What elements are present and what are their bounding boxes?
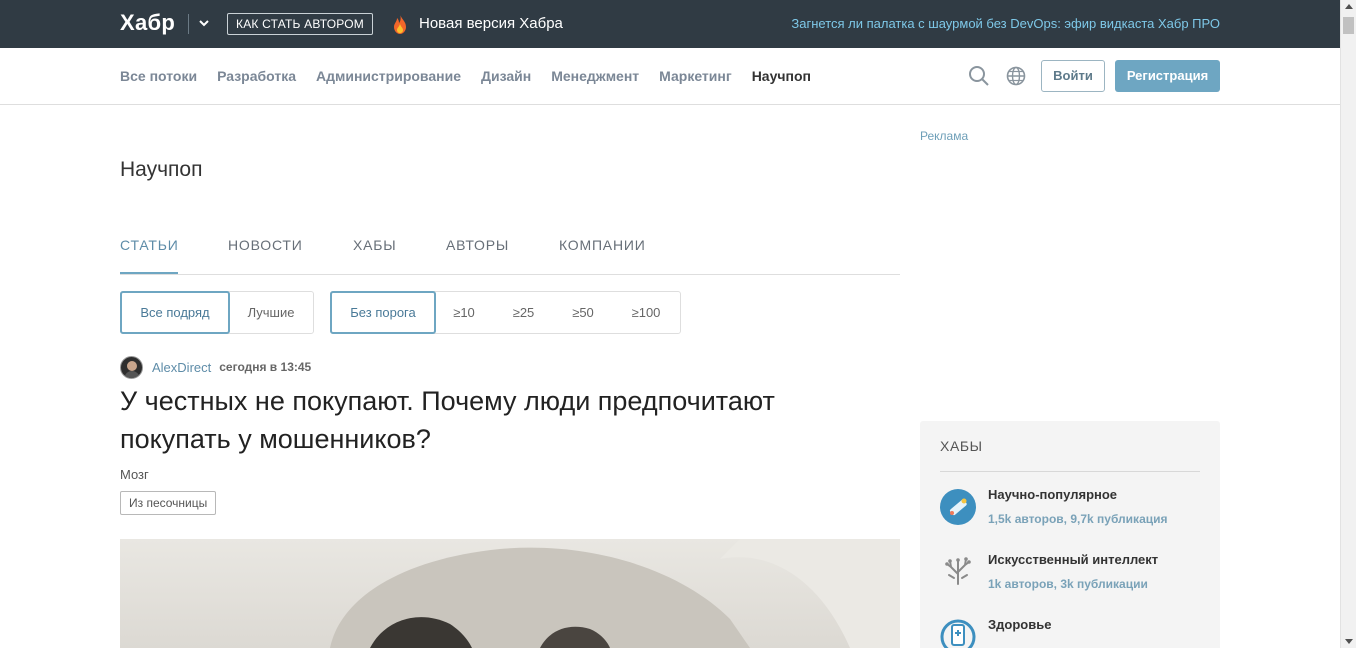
- hub-item[interactable]: Научно-популярное 1,5k авторов, 9,7k пуб…: [940, 487, 1200, 537]
- hub-name[interactable]: Здоровье: [988, 617, 1051, 632]
- avatar-face: [127, 360, 137, 371]
- sort-filter-group: Все подряд Лучшие: [120, 291, 314, 334]
- tab-articles[interactable]: СТАТЬИ: [120, 237, 179, 253]
- hub-item[interactable]: Искусственный интеллект 1k авторов, 3k п…: [940, 552, 1200, 602]
- avatar[interactable]: [120, 355, 143, 379]
- post-hub-link[interactable]: Мозг: [120, 467, 149, 482]
- how-to-become-author-button[interactable]: КАК СТАТЬ АВТОРОМ: [227, 13, 373, 35]
- nav-item-marketing[interactable]: Маркетинг: [659, 68, 732, 84]
- nav-item-all-flows[interactable]: Все потоки: [120, 68, 197, 84]
- habr-logo[interactable]: Хабр: [120, 10, 175, 36]
- post-cover-image[interactable]: [120, 539, 900, 648]
- hub-stats: 1,5k авторов, 9,7k публикация: [988, 512, 1168, 526]
- nav-item-administration[interactable]: Администрирование: [316, 68, 461, 84]
- hubs-panel: ХАБЫ Научно-популярное 1,5k авторов, 9,7…: [920, 421, 1220, 648]
- author-link[interactable]: AlexDirect: [152, 360, 211, 375]
- hub-item[interactable]: Здоровье: [940, 617, 1200, 648]
- hubs-title: ХАБЫ: [940, 438, 983, 454]
- filter-threshold-100[interactable]: ≥100: [612, 292, 680, 333]
- nav-item-popsci[interactable]: Научпоп: [752, 68, 811, 84]
- nav-item-design[interactable]: Дизайн: [481, 68, 531, 84]
- new-version-link[interactable]: Новая версия Хабра: [419, 15, 563, 32]
- tab-companies[interactable]: КОМПАНИИ: [559, 237, 646, 253]
- sandbox-badge: Из песочницы: [120, 491, 217, 515]
- section-tabs: СТАТЬИ НОВОСТИ ХАБЫ АВТОРЫ КОМПАНИИ: [120, 234, 900, 275]
- filter-all[interactable]: Все подряд: [120, 291, 230, 334]
- top-bar: Хабр КАК СТАТЬ АВТОРОМ Новая версия Хабр…: [0, 0, 1340, 48]
- nav-item-development[interactable]: Разработка: [217, 68, 296, 84]
- hub-science-icon: [940, 489, 976, 525]
- globe-icon[interactable]: [1006, 66, 1026, 86]
- post-meta: AlexDirect сегодня в 13:45: [120, 355, 311, 379]
- nav-item-management[interactable]: Менеджмент: [551, 68, 639, 84]
- login-button[interactable]: Войти: [1041, 60, 1105, 92]
- post-time: сегодня в 13:45: [219, 360, 312, 374]
- hub-name[interactable]: Научно-популярное: [988, 487, 1117, 502]
- logo-divider: [188, 14, 189, 34]
- post-cover-illustration: [330, 539, 900, 648]
- filter-threshold-25[interactable]: ≥25: [493, 292, 554, 333]
- hub-name[interactable]: Искусственный интеллект: [988, 552, 1158, 567]
- filter-threshold-10[interactable]: ≥10: [435, 292, 493, 333]
- fire-icon: [394, 14, 406, 34]
- filter-threshold-50[interactable]: ≥50: [554, 292, 612, 333]
- scrollbar[interactable]: [1340, 0, 1356, 648]
- hub-health-icon: [940, 619, 976, 648]
- promo-link[interactable]: Загнется ли палатка с шаурмой без DevOps…: [791, 16, 1220, 31]
- tab-authors[interactable]: АВТОРЫ: [446, 237, 509, 253]
- active-tab-underline: [120, 272, 178, 274]
- scroll-down-arrow-icon[interactable]: [1345, 639, 1353, 644]
- register-button[interactable]: Регистрация: [1115, 60, 1220, 92]
- scroll-up-arrow-icon[interactable]: [1345, 4, 1353, 9]
- main-nav: Все потоки Разработка Администрирование …: [0, 48, 1340, 105]
- tab-hubs[interactable]: ХАБЫ: [353, 237, 396, 253]
- page-title: Научпоп: [120, 158, 203, 181]
- hub-stats: 1k авторов, 3k публикации: [988, 577, 1148, 591]
- post-title[interactable]: У честных не покупают. Почему люди предп…: [120, 382, 860, 458]
- ad-label: Реклама: [920, 129, 969, 143]
- hubs-divider: [940, 471, 1200, 472]
- avatar-body: [124, 370, 140, 378]
- filter-best[interactable]: Лучшие: [229, 292, 313, 333]
- chevron-down-icon[interactable]: [197, 16, 211, 30]
- hub-ai-icon: [945, 557, 971, 585]
- filter-no-threshold[interactable]: Без порога: [330, 291, 436, 334]
- threshold-filter-group: Без порога ≥10 ≥25 ≥50 ≥100: [330, 291, 681, 334]
- search-icon[interactable]: [968, 65, 990, 87]
- flows-menu: Все потоки Разработка Администрирование …: [120, 68, 811, 84]
- tab-news[interactable]: НОВОСТИ: [228, 237, 303, 253]
- scroll-thumb[interactable]: [1343, 17, 1354, 34]
